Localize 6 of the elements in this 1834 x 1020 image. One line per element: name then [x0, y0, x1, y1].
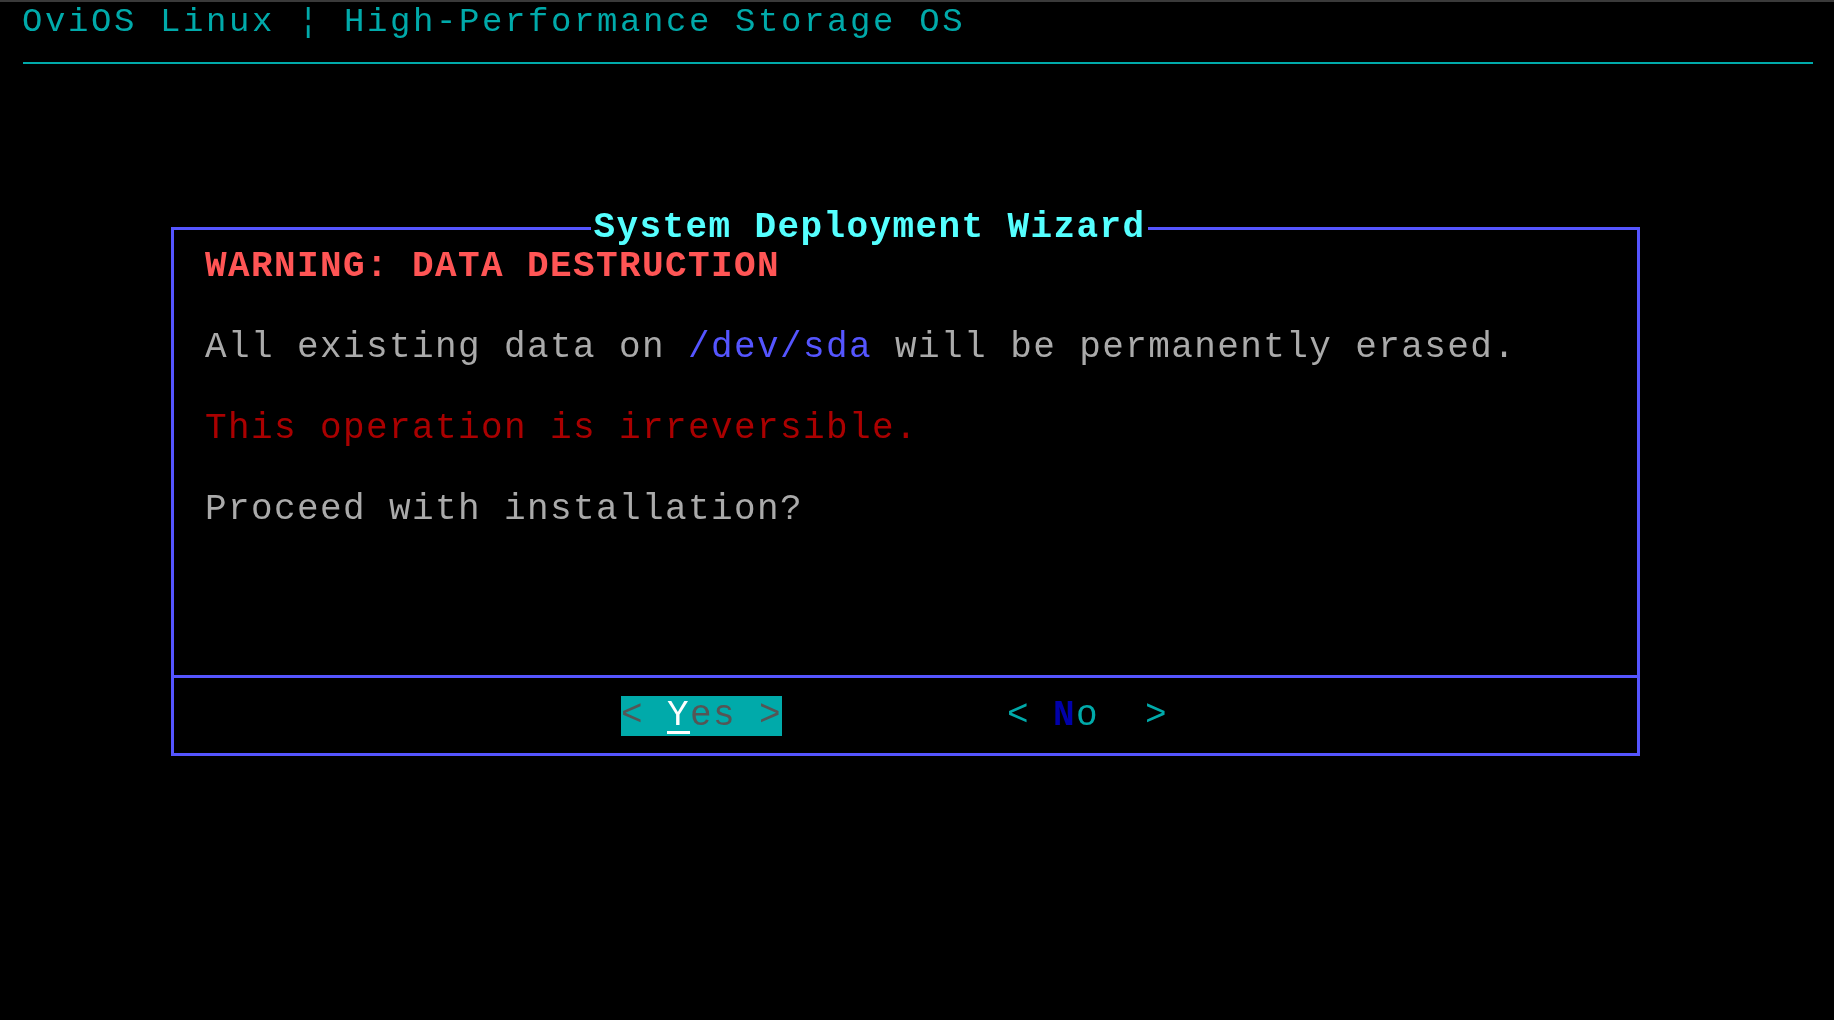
no-button[interactable]: < No >	[1007, 695, 1168, 736]
alert-text: This operation is irreversible.	[205, 408, 919, 449]
message-text: Proceed with installation?	[205, 489, 804, 530]
warning-heading: WARNING: DATA DESTRUCTION	[205, 246, 781, 287]
header-title: OviOS Linux ¦ High-Performance Storage OS	[22, 3, 966, 41]
message-text: All existing data on /dev/sda will be permanently erased.	[205, 327, 1517, 368]
